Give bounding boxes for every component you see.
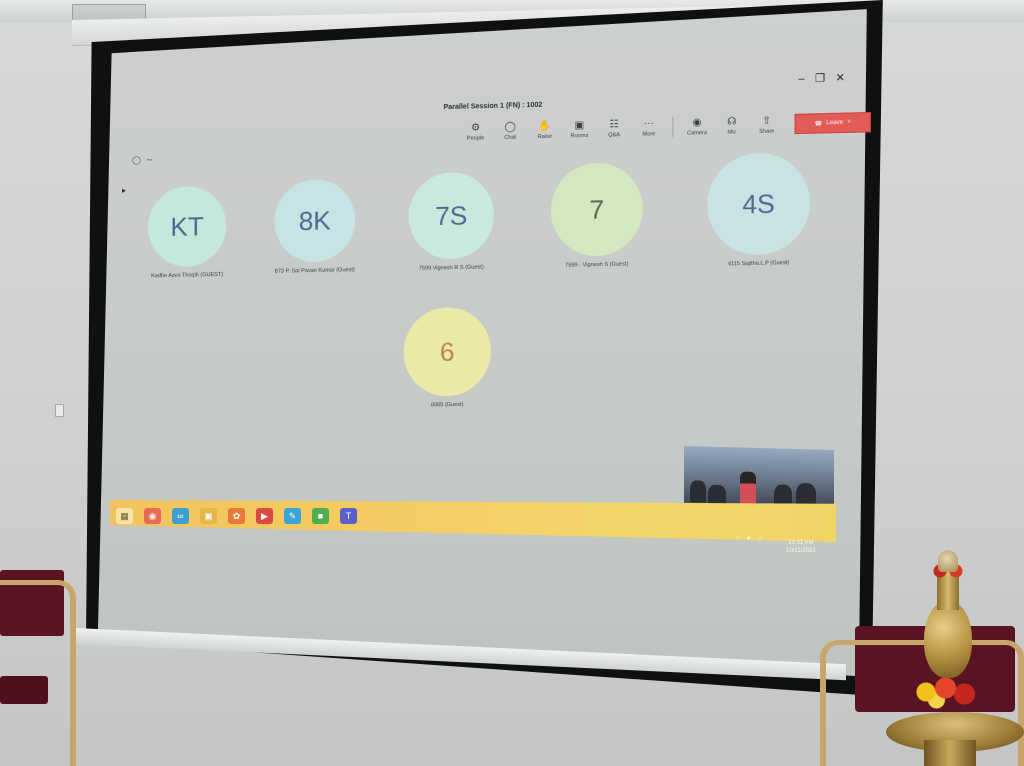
chevron-up-icon[interactable]: ˄ xyxy=(736,536,740,542)
chevron-down-icon: ˅ xyxy=(847,119,851,126)
chair-frame xyxy=(0,580,76,766)
avatar-initials: 6 xyxy=(439,336,455,367)
avatar: 7 xyxy=(550,161,643,257)
avatar-initials: 7 xyxy=(589,193,605,225)
system-tray: ˄ ▼ ♫ xyxy=(736,536,762,542)
meeting-title: Parallel Session 1 (FN) : 1002 xyxy=(443,101,543,112)
people-button[interactable]: ⚙ People xyxy=(460,122,490,142)
raise-label: Raise xyxy=(537,133,552,141)
volume-icon[interactable]: ♫ xyxy=(757,536,762,542)
rooms-button[interactable]: ▣ Rooms xyxy=(564,120,595,140)
connection-icon: ∼ xyxy=(146,155,153,165)
chat-label: Chat xyxy=(504,134,517,141)
mic-label: Mic xyxy=(727,129,737,136)
avatar: 8K xyxy=(274,178,356,263)
participant-name: 6065 (Guest) xyxy=(430,401,464,409)
share-icon: ⇧ xyxy=(762,115,772,127)
brass-lamp-base xyxy=(924,740,976,766)
chrome-icon[interactable]: ◉ xyxy=(144,508,161,524)
participant-tile[interactable]: KT Kadhe Azes Thoqih (GUEST) xyxy=(142,185,232,279)
more-button[interactable]: ⋯ More xyxy=(634,118,665,138)
avatar-initials: 7S xyxy=(435,199,468,231)
people-label: People xyxy=(466,135,485,142)
avatar: KT xyxy=(148,185,227,268)
participant-tile[interactable]: 7 7599 - Vignesh S (Guest) xyxy=(548,161,646,269)
raise-hand-button[interactable]: ✋ Raise xyxy=(529,120,560,140)
close-icon[interactable]: ✕ xyxy=(836,72,846,84)
qa-icon: ☷ xyxy=(609,119,619,131)
meeting-toolbar: ⚙ People ◯ Chat ✋ Raise ▣ Rooms ☷ Q&A ⋯ … xyxy=(460,112,871,142)
media-app-icon[interactable]: ▶ xyxy=(256,508,273,524)
file-explorer-icon[interactable]: ▣ xyxy=(200,508,217,524)
teams-icon[interactable]: T xyxy=(340,508,357,524)
people-icon: ⚙ xyxy=(471,122,481,134)
camera-button[interactable]: ◉ Camera xyxy=(682,117,713,137)
brass-lamp-body xyxy=(924,600,972,678)
avatar-initials: 4S xyxy=(742,187,775,219)
participant-name: 4115 Sajitha.L.P (Guest) xyxy=(727,260,790,268)
participant-name: Kadhe Azes Thoqih (GUEST) xyxy=(151,271,224,280)
qa-label: Q&A xyxy=(608,132,621,139)
mic-button[interactable]: ☊ Mic xyxy=(716,116,747,136)
raise-hand-icon: ✋ xyxy=(538,120,552,133)
avatar: 4S xyxy=(707,152,811,256)
mic-icon: ☊ xyxy=(727,116,737,128)
start-icon[interactable]: ▦ xyxy=(116,508,133,524)
green-app-icon[interactable]: ■ xyxy=(312,508,329,524)
clock-time: 10:31 AM xyxy=(788,540,814,546)
rooms-label: Rooms xyxy=(570,132,589,140)
phone-hangup-icon: ☎ xyxy=(814,120,823,128)
chat-button[interactable]: ◯ Chat xyxy=(495,121,526,141)
audience-member xyxy=(690,480,706,503)
share-label: Share xyxy=(759,128,775,135)
avatar: 7S xyxy=(408,171,494,260)
minimize-icon[interactable]: – xyxy=(798,73,804,85)
rooms-icon: ▣ xyxy=(574,119,585,132)
flower-garland xyxy=(912,672,982,712)
leave-label: Leave xyxy=(826,119,844,127)
share-button[interactable]: ⇧ Share xyxy=(751,115,782,135)
cursor-icon: ▸ xyxy=(121,185,127,195)
edge-icon[interactable]: ∞ xyxy=(172,508,189,524)
brass-lamp-finial xyxy=(938,550,958,572)
avatar-initials: 8K xyxy=(298,204,331,236)
avatar: 6 xyxy=(403,306,491,397)
wall-socket xyxy=(55,404,64,417)
participant-name: 7599 Vignesh R S (Guest) xyxy=(418,264,484,272)
paint-app-icon[interactable]: ✎ xyxy=(284,508,301,524)
chair-seat xyxy=(0,676,48,704)
restore-icon[interactable]: ❐ xyxy=(815,72,825,84)
participant-tile[interactable]: 4S 4115 Sajitha.L.P (Guest) xyxy=(705,152,812,268)
window-controls: – ❐ ✕ xyxy=(798,72,845,85)
shield-icon: ◯ xyxy=(131,155,141,165)
clock-date: 10/11/2023 xyxy=(786,548,816,554)
network-icon[interactable]: ▼ xyxy=(746,536,752,542)
firefox-icon[interactable]: ✿ xyxy=(228,508,245,524)
participant-name: 7599 - Vignesh S (Guest) xyxy=(565,261,629,269)
toolbar-divider xyxy=(672,116,674,138)
avatar-initials: KT xyxy=(170,210,204,242)
participant-tile[interactable]: 8K 873 P. Sai Pavan Kumar (Guest) xyxy=(268,178,361,275)
more-icon: ⋯ xyxy=(643,118,654,130)
participant-tile[interactable]: 6 6065 (Guest) xyxy=(402,306,493,409)
qa-button[interactable]: ☷ Q&A xyxy=(599,119,630,139)
leave-button[interactable]: ☎ Leave ˅ xyxy=(794,112,871,135)
taskbar-icons: ▦ ◉ ∞ ▣ ✿ ▶ ✎ ■ T xyxy=(116,508,357,524)
participant-tile[interactable]: 7S 7599 Vignesh R S (Guest) xyxy=(404,171,499,272)
taskbar-clock[interactable]: 10:31 AM 10/11/2023 xyxy=(786,539,816,555)
more-label: More xyxy=(642,131,656,138)
participant-name: 873 P. Sai Pavan Kumar (Guest) xyxy=(274,267,355,275)
camera-icon: ◉ xyxy=(692,117,702,129)
camera-label: Camera xyxy=(686,130,708,137)
chat-icon: ◯ xyxy=(504,121,516,133)
